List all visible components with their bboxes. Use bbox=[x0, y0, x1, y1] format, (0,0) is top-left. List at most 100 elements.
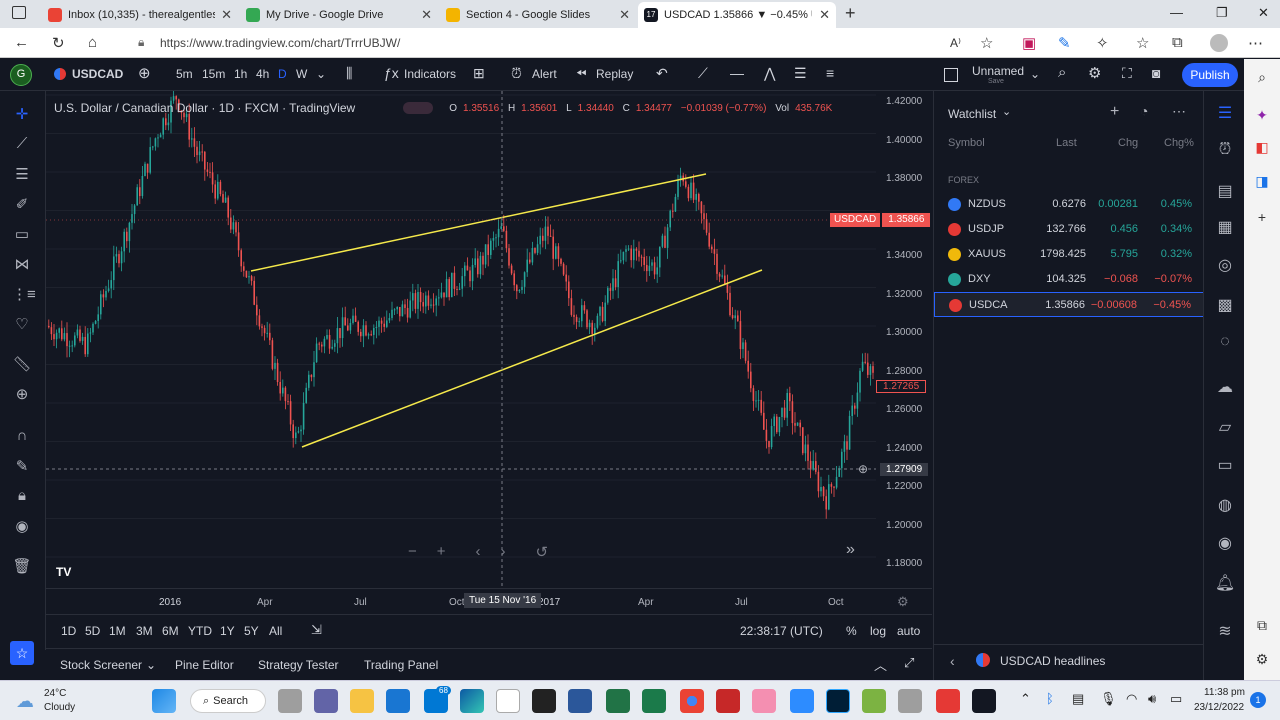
home-icon[interactable]: ⌂ bbox=[88, 34, 97, 51]
range-3m[interactable]: 3M bbox=[136, 624, 153, 638]
new-tab-icon[interactable]: + bbox=[845, 3, 856, 24]
headlines-label[interactable]: USDCAD headlines bbox=[1000, 654, 1105, 668]
watchlist-row[interactable]: USDJP 132.766 0.456 0.34% bbox=[934, 217, 1204, 242]
close-tab-icon[interactable]: ✕ bbox=[421, 7, 432, 23]
header-last[interactable]: Last bbox=[1056, 137, 1077, 149]
compare-icon[interactable]: ⊕ bbox=[138, 64, 151, 82]
url-field[interactable]: 🔒︎ https://www.tradingview.com/chart/Trr… bbox=[132, 32, 1012, 54]
eye-icon[interactable]: ◉ bbox=[12, 517, 32, 537]
pattern-tool-icon[interactable]: ⋀ bbox=[764, 65, 775, 82]
tab-trading-panel[interactable]: Trading Panel bbox=[364, 658, 438, 672]
reset-chart-icon[interactable]: ↺ bbox=[536, 543, 549, 561]
chats-icon[interactable]: ▱ bbox=[1214, 417, 1236, 439]
favorites-star-button[interactable]: ☆ bbox=[10, 641, 34, 665]
time-axis[interactable]: 2016 Apr Jul Oct 2017 Apr Jul Oct Tue 15… bbox=[46, 588, 932, 614]
range-1d[interactable]: 1D bbox=[61, 624, 76, 638]
trash-icon[interactable]: 🗑︎ bbox=[12, 557, 32, 577]
weather-desc[interactable]: Cloudy bbox=[44, 702, 75, 713]
alert-button[interactable]: Alert bbox=[532, 67, 557, 81]
clock-time[interactable]: 11:38 pm bbox=[1204, 687, 1245, 698]
candlestick-chart[interactable] bbox=[46, 91, 876, 588]
copilot-icon[interactable]: ✦ bbox=[1253, 107, 1271, 125]
headlines-bar[interactable]: ‹ USDCAD headlines bbox=[934, 644, 1204, 676]
tab-pine-editor[interactable]: Pine Editor bbox=[175, 658, 234, 672]
calendar-icon[interactable]: ▦ bbox=[1214, 217, 1236, 239]
range-all[interactable]: All bbox=[269, 624, 282, 638]
app-globe-icon[interactable] bbox=[862, 689, 886, 713]
app-pink-icon[interactable] bbox=[752, 689, 776, 713]
range-1m[interactable]: 1M bbox=[109, 624, 126, 638]
app-tray-icon[interactable]: ▤ bbox=[1072, 691, 1084, 707]
percent-toggle[interactable]: % bbox=[846, 624, 857, 638]
wifi-icon[interactable]: ◠ bbox=[1126, 691, 1137, 707]
favorites-icon[interactable]: ☆ bbox=[1136, 34, 1149, 52]
settings-lines-icon[interactable]: ≡ bbox=[826, 65, 834, 81]
close-window-icon[interactable]: ✕ bbox=[1258, 5, 1269, 21]
office-icon[interactable]: ◧ bbox=[1253, 139, 1271, 157]
legend-toggle[interactable] bbox=[403, 102, 434, 114]
layout-name[interactable]: Unnamed bbox=[972, 64, 1024, 78]
chevron-down-icon[interactable]: ⌄ bbox=[316, 67, 326, 81]
amazon-icon[interactable] bbox=[496, 689, 520, 713]
watchlist-title[interactable]: Watchlist bbox=[948, 107, 996, 121]
excel-icon[interactable] bbox=[606, 689, 630, 713]
zoom-in-icon[interactable]: + bbox=[437, 543, 446, 561]
brush-icon[interactable]: ✐ bbox=[12, 195, 32, 215]
log-toggle[interactable]: log bbox=[870, 624, 886, 638]
pattern-icon[interactable]: ⋈ bbox=[12, 255, 32, 275]
calculator-icon[interactable]: ▩ bbox=[1214, 295, 1236, 317]
add-alert-icon[interactable]: ⊕ bbox=[858, 462, 868, 476]
store-icon[interactable] bbox=[386, 689, 410, 713]
range-ytd[interactable]: YTD bbox=[188, 624, 212, 638]
range-6m[interactable]: 6M bbox=[162, 624, 179, 638]
fib-icon[interactable]: ☰ bbox=[12, 165, 32, 185]
ideas-icon[interactable]: ◌ bbox=[1214, 333, 1236, 355]
magnet-icon[interactable]: ∩ bbox=[12, 427, 32, 447]
advanced-view-icon[interactable]: ◔ bbox=[1140, 103, 1148, 119]
puzzle-icon[interactable]: ✧ bbox=[1096, 34, 1109, 52]
undo-icon[interactable]: ↶ bbox=[656, 65, 668, 82]
candles-icon[interactable]: ⫼ bbox=[346, 65, 352, 82]
user-avatar[interactable]: G bbox=[10, 64, 32, 86]
browser-tab-gmail[interactable]: Inbox (10,335) - therealgentlesou ✕ bbox=[42, 2, 238, 28]
file-explorer-icon[interactable] bbox=[350, 689, 374, 713]
chrome-icon[interactable] bbox=[680, 689, 704, 713]
chevron-left-icon[interactable]: ‹ bbox=[950, 653, 955, 669]
gear-icon[interactable]: ⚙ bbox=[1253, 651, 1271, 669]
clock-date[interactable]: 23/12/2022 bbox=[1194, 702, 1244, 713]
zoom-in-icon[interactable]: ⊕ bbox=[12, 385, 32, 405]
app-gray-icon[interactable] bbox=[898, 689, 922, 713]
battery-icon[interactable]: ▭ bbox=[1170, 691, 1182, 707]
tab-actions-icon[interactable] bbox=[12, 6, 26, 19]
range-1y[interactable]: 1Y bbox=[220, 624, 235, 638]
replay-button[interactable]: Replay bbox=[596, 67, 633, 81]
axis-settings-icon[interactable]: ⚙ bbox=[897, 594, 909, 610]
templates-icon[interactable]: ⊞ bbox=[473, 65, 485, 82]
symbol-search[interactable]: USDCAD bbox=[72, 67, 123, 81]
browser-tab-tradingview[interactable]: 17 USDCAD 1.35866 ▼ −0.45% Unn ✕ bbox=[638, 2, 836, 28]
app-icon[interactable] bbox=[532, 689, 556, 713]
chat-cloud-icon[interactable]: ☁︎ bbox=[1214, 377, 1236, 399]
start-icon[interactable] bbox=[152, 689, 176, 713]
split-screen-icon[interactable]: ⧉ bbox=[1253, 617, 1271, 635]
chevron-down-icon[interactable]: ⌄ bbox=[1002, 105, 1011, 118]
header-symbol[interactable]: Symbol bbox=[948, 137, 985, 149]
lock-drawings-icon[interactable]: 🔒︎ bbox=[12, 487, 32, 507]
back-icon[interactable]: ← bbox=[14, 34, 29, 51]
trendline-tool-icon[interactable]: ⟋ bbox=[698, 65, 708, 82]
chevron-up-icon[interactable]: ⌃ bbox=[1020, 691, 1031, 707]
streams-icon[interactable]: ◎ bbox=[1214, 255, 1236, 277]
interval-4h[interactable]: 4h bbox=[256, 67, 269, 81]
watchlist-row[interactable]: USDCA 1.35866 −0.00608 −0.45% bbox=[934, 292, 1204, 317]
extension-icon[interactable]: ▣ bbox=[1022, 34, 1036, 52]
edge-icon[interactable] bbox=[460, 689, 484, 713]
horizontal-line-icon[interactable]: — bbox=[730, 65, 744, 81]
search-icon[interactable]: ⌕ bbox=[1253, 69, 1271, 87]
stay-drawing-icon[interactable]: ✎ bbox=[12, 457, 32, 477]
notes-icon[interactable]: ▭ bbox=[1214, 455, 1236, 477]
interval-1h[interactable]: 1h bbox=[234, 67, 247, 81]
alarm-icon[interactable]: ⏰︎ bbox=[1214, 141, 1236, 163]
watchlist-row[interactable]: DXY 104.325 −0.068 −0.07% bbox=[934, 267, 1204, 292]
favorite-add-icon[interactable]: ☆ bbox=[980, 34, 993, 52]
maximize-icon[interactable]: ❐ bbox=[1216, 5, 1228, 21]
